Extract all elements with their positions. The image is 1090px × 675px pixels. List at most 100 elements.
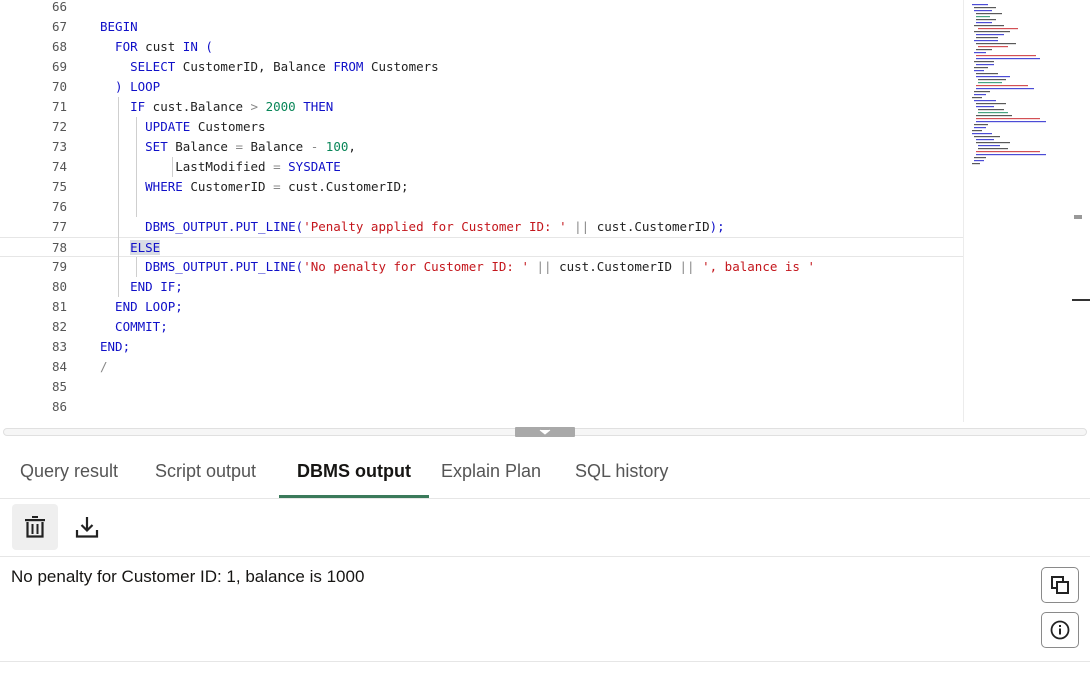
tab-explain-plan[interactable]: Explain Plan [423, 446, 559, 496]
minimap-line [976, 76, 1010, 78]
minimap-line [978, 112, 1008, 114]
minimap-line [974, 7, 996, 9]
code-token: LastModified [100, 159, 274, 174]
panel-splitter[interactable] [0, 422, 1090, 444]
line-number: 69 [51, 59, 67, 74]
minimap-line [974, 61, 994, 63]
minimap-line [976, 64, 994, 66]
code-token: cust.CustomerID [589, 219, 710, 234]
code-token: 2000 [265, 99, 296, 114]
line-number: 79 [51, 259, 67, 274]
splitter-collapse-handle[interactable] [515, 427, 575, 437]
copy-icon [1051, 576, 1069, 594]
code-editor[interactable]: 66 67 BEGIN 68 FOR cust IN (69 SELECT Custo… [0, 0, 1090, 422]
tab-query-result[interactable]: Query result [2, 446, 136, 496]
minimap-line [976, 37, 998, 39]
code-line[interactable]: 74 LastModified = SYSDATE [0, 157, 965, 177]
result-tabs: Query result Script output DBMS output E… [0, 446, 1090, 499]
line-number: 81 [51, 299, 67, 314]
code-token: THEN [303, 99, 334, 114]
code-line[interactable]: 81 END LOOP; [0, 297, 965, 317]
minimap-preview [972, 4, 1090, 301]
tab-script-output[interactable]: Script output [137, 446, 274, 496]
code-token: = [273, 179, 281, 194]
code-token: SELECT [100, 59, 176, 74]
code-line[interactable]: 77 DBMS_OUTPUT.PUT_LINE('Penalty applied… [0, 217, 965, 237]
code-line[interactable]: 83 END; [0, 337, 965, 357]
line-number: 68 [51, 39, 67, 54]
info-button[interactable] [1041, 612, 1079, 648]
code-token: = [273, 159, 281, 174]
line-number: 70 [51, 79, 67, 94]
download-output-button[interactable] [64, 504, 110, 550]
minimap-line [972, 4, 988, 6]
code-token: / [100, 359, 108, 374]
code-text: IF cust.Balance > 2000 THEN [100, 97, 333, 117]
code-line[interactable]: 76 [0, 197, 965, 217]
code-line[interactable]: 79 DBMS_OUTPUT.PUT_LINE('No penalty for … [0, 257, 965, 277]
code-token: END LOOP; [100, 299, 183, 314]
line-number: 84 [51, 359, 67, 374]
code-text: WHERE CustomerID = cust.CustomerID; [100, 177, 408, 197]
code-lines[interactable]: 66 67 BEGIN 68 FOR cust IN (69 SELECT Custo… [0, 0, 965, 417]
indent-guide [118, 97, 119, 297]
code-line[interactable]: 66 [0, 0, 965, 17]
minimap-line [978, 28, 1018, 30]
code-line[interactable]: 67 BEGIN [0, 17, 965, 37]
code-line[interactable]: 84 / [0, 357, 965, 377]
code-line[interactable]: 78 ELSE [0, 237, 965, 257]
indent-guide [172, 157, 173, 177]
minimap-line [978, 82, 1002, 84]
dbms-output-panel: No penalty for Customer ID: 1, balance i… [0, 557, 1090, 662]
code-line[interactable]: 69 SELECT CustomerID, Balance FROM Custo… [0, 57, 965, 77]
minimap-line [976, 49, 992, 51]
code-line[interactable]: 85 [0, 377, 965, 397]
minimap-line [976, 13, 1002, 15]
code-line[interactable]: 80 END IF; [0, 277, 965, 297]
code-text: END LOOP; [100, 297, 183, 317]
tab-sql-history[interactable]: SQL history [557, 446, 686, 496]
code-line[interactable]: 86 [0, 397, 965, 417]
minimap-scroll-marker [1074, 215, 1082, 219]
line-number: 67 [51, 19, 67, 34]
minimap-line [978, 145, 1000, 147]
code-token: COMMIT; [100, 319, 168, 334]
code-line[interactable]: 73 SET Balance = Balance - 100, [0, 137, 965, 157]
line-number: 74 [51, 159, 67, 174]
minimap-line [976, 88, 1034, 90]
minimap-line [974, 52, 986, 54]
minimap-line [976, 22, 992, 24]
code-line[interactable]: 75 WHERE CustomerID = cust.CustomerID; [0, 177, 965, 197]
code-line[interactable]: 82 COMMIT; [0, 317, 965, 337]
line-number: 82 [51, 319, 67, 334]
minimap-line [974, 25, 1004, 27]
code-token: DBMS_OUTPUT.PUT_LINE( [100, 219, 304, 234]
code-line[interactable]: 68 FOR cust IN ( [0, 37, 965, 57]
minimap-line [974, 94, 986, 96]
code-token: Customers [190, 119, 266, 134]
code-line[interactable]: 70 ) LOOP [0, 77, 965, 97]
code-line[interactable]: 71 IF cust.Balance > 2000 THEN [0, 97, 965, 117]
minimap-line [978, 148, 1008, 150]
tab-dbms-output[interactable]: DBMS output [279, 446, 429, 498]
indent-guide [136, 257, 137, 277]
code-text: END; [100, 337, 130, 357]
minimap-line [972, 97, 982, 99]
editor-minimap[interactable] [963, 0, 1090, 422]
minimap-line [972, 133, 992, 135]
copy-button[interactable] [1041, 567, 1079, 603]
minimap-line [976, 103, 1006, 105]
chevron-down-icon [539, 429, 551, 435]
code-token: cust [137, 39, 183, 54]
code-text: DBMS_OUTPUT.PUT_LINE('No penalty for Cus… [100, 257, 815, 277]
minimap-line [974, 136, 1000, 138]
clear-output-button[interactable] [12, 504, 58, 550]
dbms-output-text: No penalty for Customer ID: 1, balance i… [11, 567, 365, 586]
code-token: ELSE [130, 240, 161, 255]
code-line[interactable]: 72 UPDATE Customers [0, 117, 965, 137]
